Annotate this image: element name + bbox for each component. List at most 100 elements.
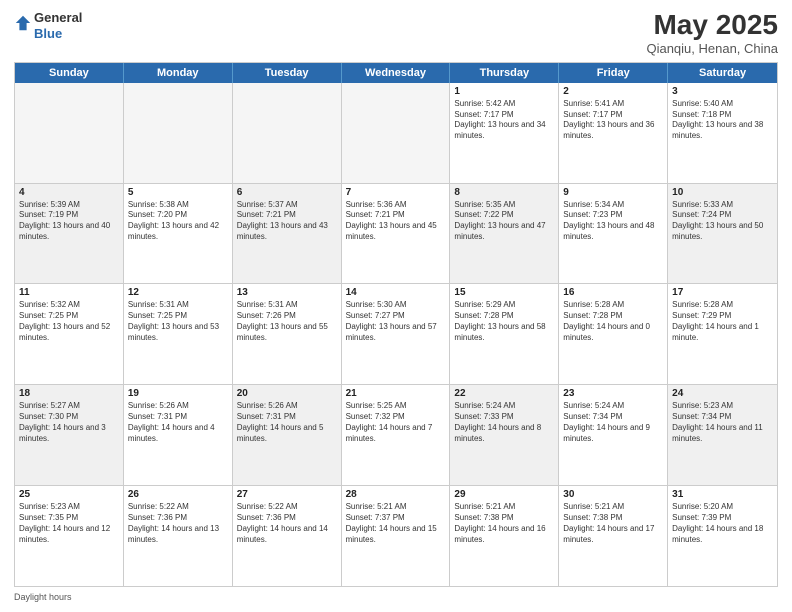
calendar-row-1: 1 Sunrise: 5:42 AMSunset: 7:17 PMDaylight… [15, 83, 777, 183]
cell-detail: Sunrise: 5:23 AMSunset: 7:35 PMDaylight:… [19, 502, 119, 545]
cell-detail: Sunrise: 5:31 AMSunset: 7:26 PMDaylight:… [237, 300, 337, 343]
calendar-cell-10: 10 Sunrise: 5:33 AMSunset: 7:24 PMDayligh… [668, 184, 777, 284]
cell-detail: Sunrise: 5:38 AMSunset: 7:20 PMDaylight:… [128, 200, 228, 243]
calendar-cell-20: 20 Sunrise: 5:26 AMSunset: 7:31 PMDayligh… [233, 385, 342, 485]
day-number: 18 [19, 388, 119, 399]
cell-detail: Sunrise: 5:24 AMSunset: 7:33 PMDaylight:… [454, 401, 554, 444]
day-number: 24 [672, 388, 773, 399]
logo-icon [14, 14, 32, 32]
calendar-cell-2: 2 Sunrise: 5:41 AMSunset: 7:17 PMDaylight… [559, 83, 668, 183]
calendar-cell-11: 11Sunrise: 5:32 AMSunset: 7:25 PMDayligh… [15, 284, 124, 384]
day-number: 26 [128, 489, 228, 500]
day-number: 3 [672, 86, 773, 97]
footer: Daylight hours [14, 592, 778, 602]
cell-detail: Sunrise: 5:42 AMSunset: 7:17 PMDaylight:… [454, 99, 554, 142]
day-header-monday: Monday [124, 63, 233, 83]
day-number: 25 [19, 489, 119, 500]
calendar-cell-29: 29Sunrise: 5:21 AMSunset: 7:38 PMDayligh… [450, 486, 559, 586]
cell-detail: Sunrise: 5:40 AMSunset: 7:18 PMDaylight:… [672, 99, 773, 142]
calendar-cell-8: 8Sunrise: 5:35 AMSunset: 7:22 PMDaylight… [450, 184, 559, 284]
calendar-cell-28: 28Sunrise: 5:21 AMSunset: 7:37 PMDayligh… [342, 486, 451, 586]
day-number: 31 [672, 489, 773, 500]
page-header: General Blue May 2025 Qianqiu, Henan, Ch… [14, 10, 778, 56]
calendar-row-3: 11Sunrise: 5:32 AMSunset: 7:25 PMDayligh… [15, 283, 777, 384]
calendar-cell-23: 23 Sunrise: 5:24 AMSunset: 7:34 PMDayligh… [559, 385, 668, 485]
day-number: 10 [672, 187, 773, 198]
day-header-sunday: Sunday [15, 63, 124, 83]
day-number: 2 [563, 86, 663, 97]
day-number: 22 [454, 388, 554, 399]
calendar-cell-21: 21 Sunrise: 5:25 AMSunset: 7:32 PMDayligh… [342, 385, 451, 485]
calendar-cell-19: 19 Sunrise: 5:26 AMSunset: 7:31 PMDayligh… [124, 385, 233, 485]
cell-detail: Sunrise: 5:32 AMSunset: 7:25 PMDaylight:… [19, 300, 119, 343]
cell-detail: Sunrise: 5:39 AMSunset: 7:19 PMDaylight:… [19, 200, 119, 243]
calendar-cell-6: 6Sunrise: 5:37 AMSunset: 7:21 PMDaylight… [233, 184, 342, 284]
day-number: 14 [346, 287, 446, 298]
cell-detail: Sunrise: 5:22 AMSunset: 7:36 PMDaylight:… [128, 502, 228, 545]
cell-detail: Sunrise: 5:20 AMSunset: 7:39 PMDaylight:… [672, 502, 773, 545]
cell-detail: Sunrise: 5:31 AMSunset: 7:25 PMDaylight:… [128, 300, 228, 343]
calendar-cell-17: 17Sunrise: 5:28 AMSunset: 7:29 PMDayligh… [668, 284, 777, 384]
logo-text-blue: Blue [34, 26, 82, 42]
day-number: 23 [563, 388, 663, 399]
title-block: May 2025 Qianqiu, Henan, China [646, 10, 778, 56]
day-number: 5 [128, 187, 228, 198]
day-number: 19 [128, 388, 228, 399]
cell-detail: Sunrise: 5:34 AMSunset: 7:23 PMDaylight:… [563, 200, 663, 243]
cell-detail: Sunrise: 5:24 AMSunset: 7:34 PMDaylight:… [563, 401, 663, 444]
calendar-cell-31: 31 Sunrise: 5:20 AMSunset: 7:39 PMDayligh… [668, 486, 777, 586]
month-title: May 2025 [646, 10, 778, 41]
day-number: 9 [563, 187, 663, 198]
calendar-cell-5: 5 Sunrise: 5:38 AMSunset: 7:20 PMDaylight… [124, 184, 233, 284]
logo: General Blue [14, 10, 82, 41]
day-header-saturday: Saturday [668, 63, 777, 83]
cell-detail: Sunrise: 5:36 AMSunset: 7:21 PMDaylight:… [346, 200, 446, 243]
cell-detail: Sunrise: 5:33 AMSunset: 7:24 PMDaylight:… [672, 200, 773, 243]
calendar-cell-4: 4 Sunrise: 5:39 AMSunset: 7:19 PMDaylight… [15, 184, 124, 284]
day-number: 8 [454, 187, 554, 198]
calendar-cell-12: 12 Sunrise: 5:31 AMSunset: 7:25 PMDayligh… [124, 284, 233, 384]
cell-detail: Sunrise: 5:26 AMSunset: 7:31 PMDaylight:… [237, 401, 337, 444]
day-number: 27 [237, 489, 337, 500]
day-number: 1 [454, 86, 554, 97]
calendar-cell-7: 7 Sunrise: 5:36 AMSunset: 7:21 PMDaylight… [342, 184, 451, 284]
calendar-cell-22: 22 Sunrise: 5:24 AMSunset: 7:33 PMDayligh… [450, 385, 559, 485]
calendar-cell-15: 15Sunrise: 5:29 AMSunset: 7:28 PMDayligh… [450, 284, 559, 384]
calendar-cell-18: 18 Sunrise: 5:27 AMSunset: 7:30 PMDayligh… [15, 385, 124, 485]
day-header-wednesday: Wednesday [342, 63, 451, 83]
cell-detail: Sunrise: 5:21 AMSunset: 7:37 PMDaylight:… [346, 502, 446, 545]
calendar-cell-14: 14 Sunrise: 5:30 AMSunset: 7:27 PMDayligh… [342, 284, 451, 384]
cell-detail: Sunrise: 5:27 AMSunset: 7:30 PMDaylight:… [19, 401, 119, 444]
calendar-row-2: 4 Sunrise: 5:39 AMSunset: 7:19 PMDaylight… [15, 183, 777, 284]
day-number: 6 [237, 187, 337, 198]
cell-detail: Sunrise: 5:23 AMSunset: 7:34 PMDaylight:… [672, 401, 773, 444]
cell-detail: Sunrise: 5:28 AMSunset: 7:29 PMDaylight:… [672, 300, 773, 343]
location-subtitle: Qianqiu, Henan, China [646, 41, 778, 56]
day-number: 4 [19, 187, 119, 198]
day-header-tuesday: Tuesday [233, 63, 342, 83]
calendar-cell-9: 9 Sunrise: 5:34 AMSunset: 7:23 PMDaylight… [559, 184, 668, 284]
day-number: 29 [454, 489, 554, 500]
cell-detail: Sunrise: 5:21 AMSunset: 7:38 PMDaylight:… [563, 502, 663, 545]
cell-detail: Sunrise: 5:26 AMSunset: 7:31 PMDaylight:… [128, 401, 228, 444]
calendar-cell-3: 3 Sunrise: 5:40 AMSunset: 7:18 PMDaylight… [668, 83, 777, 183]
cell-detail: Sunrise: 5:22 AMSunset: 7:36 PMDaylight:… [237, 502, 337, 545]
calendar-cell-1: 1 Sunrise: 5:42 AMSunset: 7:17 PMDaylight… [450, 83, 559, 183]
cell-detail: Sunrise: 5:41 AMSunset: 7:17 PMDaylight:… [563, 99, 663, 142]
day-number: 30 [563, 489, 663, 500]
calendar-row-4: 18 Sunrise: 5:27 AMSunset: 7:30 PMDayligh… [15, 384, 777, 485]
day-number: 20 [237, 388, 337, 399]
calendar-cell-empty [233, 83, 342, 183]
day-number: 13 [237, 287, 337, 298]
cell-detail: Sunrise: 5:25 AMSunset: 7:32 PMDaylight:… [346, 401, 446, 444]
calendar-cell-13: 13 Sunrise: 5:31 AMSunset: 7:26 PMDayligh… [233, 284, 342, 384]
day-number: 12 [128, 287, 228, 298]
day-number: 7 [346, 187, 446, 198]
calendar-row-5: 25 Sunrise: 5:23 AMSunset: 7:35 PMDayligh… [15, 485, 777, 586]
calendar-cell-25: 25 Sunrise: 5:23 AMSunset: 7:35 PMDayligh… [15, 486, 124, 586]
calendar-cell-26: 26 Sunrise: 5:22 AMSunset: 7:36 PMDayligh… [124, 486, 233, 586]
calendar-cell-empty [342, 83, 451, 183]
calendar-cell-16: 16Sunrise: 5:28 AMSunset: 7:28 PMDayligh… [559, 284, 668, 384]
cell-detail: Sunrise: 5:30 AMSunset: 7:27 PMDaylight:… [346, 300, 446, 343]
day-number: 21 [346, 388, 446, 399]
